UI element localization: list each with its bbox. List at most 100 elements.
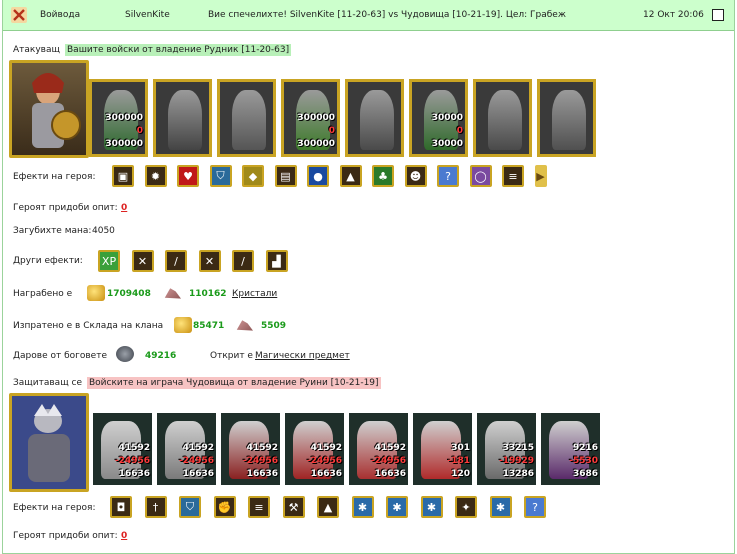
boot-icon[interactable]: ▟: [265, 250, 288, 272]
attacker-xp-value[interactable]: 0: [121, 203, 127, 213]
ring-icon[interactable]: ◯: [469, 165, 492, 187]
unit-count: 300000: [297, 113, 335, 123]
unit-loss: 0: [328, 126, 335, 136]
unit-n2: -24956: [114, 456, 150, 466]
unit-n3: 16636: [246, 469, 278, 479]
attacker-unit[interactable]: [473, 79, 532, 157]
unit-n3: 16636: [374, 469, 406, 479]
report-date: 12 Окт 20:06: [643, 10, 704, 20]
attacker-unit[interactable]: 300000 0 300000: [281, 79, 340, 157]
defender-xp-value[interactable]: 0: [121, 531, 127, 541]
ice-icon[interactable]: ✱: [351, 496, 374, 518]
player-name[interactable]: SilvenKite: [125, 10, 170, 20]
unit-figure-icon: [488, 90, 522, 150]
other-effects-label: Други ефекти:: [13, 256, 83, 266]
gift-icon: [116, 346, 134, 362]
tree-icon[interactable]: ♣: [372, 165, 394, 187]
sword-icon[interactable]: ✕: [198, 250, 221, 272]
defender-label: Защитаващ се: [13, 378, 83, 388]
attacker-unit[interactable]: [537, 79, 596, 157]
unit-n1: 41592: [374, 443, 406, 453]
question-icon[interactable]: ?: [524, 496, 546, 518]
attacker-unit[interactable]: [345, 79, 404, 157]
scroll-icon[interactable]: ≡: [248, 496, 270, 518]
sword-icon[interactable]: ✕: [131, 250, 154, 272]
attacker-hero-portrait[interactable]: [9, 60, 89, 158]
blade-icon[interactable]: /: [232, 250, 254, 272]
unit-n2: -181: [447, 456, 470, 466]
defender-unit[interactable]: 301 -181 120: [413, 413, 472, 485]
unit-figure-icon: [168, 90, 202, 150]
unit-n1: 41592: [246, 443, 278, 453]
select-checkbox[interactable]: [712, 9, 724, 21]
unit-n1: 41592: [118, 443, 150, 453]
crystal-icon: [164, 288, 181, 299]
defender-hero-portrait[interactable]: [9, 393, 89, 492]
spent-crystal: 5509: [261, 321, 287, 331]
attacker-unit[interactable]: 30000 0 30000: [409, 79, 468, 157]
attacker-label: Атакуващ: [13, 45, 60, 55]
unit-loss: 0: [456, 126, 463, 136]
battle-result: Вие спечелихте! SilvenKite [11-20-63] vs…: [208, 10, 566, 20]
defender-unit[interactable]: 41592 -24956 16636: [285, 413, 344, 485]
unit-remaining: 300000: [297, 139, 335, 149]
shield-icon[interactable]: ⛉: [179, 496, 201, 518]
mana-value: 4050: [92, 226, 115, 236]
gem-icon[interactable]: ◆: [242, 165, 264, 187]
monster-figure-icon: [12, 396, 86, 489]
question-icon[interactable]: ?: [437, 165, 459, 187]
unit-n3: 3686: [572, 469, 598, 479]
armor-icon[interactable]: ▤: [274, 165, 297, 187]
xp-icon[interactable]: XP: [98, 250, 120, 272]
defender-unit[interactable]: 9216 -5530 3686: [541, 413, 600, 485]
fire-icon[interactable]: ✹: [144, 165, 167, 187]
shield-icon[interactable]: ⛉: [209, 165, 232, 187]
hammer-icon[interactable]: ⚒: [282, 496, 305, 518]
fist-icon[interactable]: ✊: [213, 496, 236, 518]
attacker-unit[interactable]: [153, 79, 212, 157]
unit-figure-icon: [552, 90, 586, 150]
found-item-link[interactable]: Магически предмет: [255, 351, 350, 361]
gold-icon: [174, 317, 192, 333]
spent-label: Изпратено е в Склада на клана: [13, 321, 164, 331]
chest-icon[interactable]: ▣: [112, 165, 134, 187]
attacker-desc: Вашите войски от владение Рудник [11-20-…: [65, 44, 292, 56]
dagger-icon[interactable]: †: [144, 496, 167, 518]
heart-icon[interactable]: ♥: [177, 165, 199, 187]
unit-remaining: 300000: [105, 139, 143, 149]
mask-icon[interactable]: ☻: [404, 165, 427, 187]
mana-label: Загубихте мана:: [13, 226, 92, 236]
reward-crystal-link[interactable]: Кристали: [232, 289, 277, 299]
crystal-icon: [236, 320, 253, 331]
attacker-unit[interactable]: 300000 0 300000: [89, 79, 148, 157]
unit-n3: 16636: [310, 469, 342, 479]
unit-n1: 41592: [310, 443, 342, 453]
defender-unit[interactable]: 33215 -19929 13286: [477, 413, 536, 485]
arrow-right-icon[interactable]: ▶: [534, 165, 547, 187]
mace-icon[interactable]: ✦: [455, 496, 477, 518]
helmet-icon[interactable]: ▲: [317, 496, 339, 518]
unit-n2: -24956: [178, 456, 214, 466]
gold-icon: [87, 285, 105, 301]
potion-icon[interactable]: ●: [307, 165, 329, 187]
found-label: Открит е: [210, 351, 253, 361]
report-type: Войвода: [40, 10, 81, 20]
battle-report: Войвода SilvenKite Вие спечелихте! Silve…: [2, 0, 735, 554]
scroll-icon[interactable]: ≡: [502, 165, 524, 187]
unit-loss: 0: [136, 126, 143, 136]
bag-icon[interactable]: ◘: [110, 496, 132, 518]
helmet-icon[interactable]: ▲: [339, 165, 362, 187]
ice-icon[interactable]: ✱: [489, 496, 512, 518]
blade-icon[interactable]: /: [165, 250, 187, 272]
defender-unit[interactable]: 41592 -24956 16636: [157, 413, 216, 485]
ice-icon[interactable]: ✱: [420, 496, 443, 518]
attacker-unit[interactable]: [217, 79, 276, 157]
unit-count: 300000: [105, 113, 143, 123]
defender-unit[interactable]: 41592 -24956 16636: [349, 413, 408, 485]
unit-n1: 41592: [182, 443, 214, 453]
gift-label: Дарове от боговете: [13, 351, 107, 361]
report-header[interactable]: Войвода SilvenKite Вие спечелихте! Silve…: [3, 0, 734, 31]
defender-unit[interactable]: 41592 -24956 16636: [93, 413, 152, 485]
ice-icon[interactable]: ✱: [386, 496, 408, 518]
defender-unit[interactable]: 41592 -24956 16636: [221, 413, 280, 485]
